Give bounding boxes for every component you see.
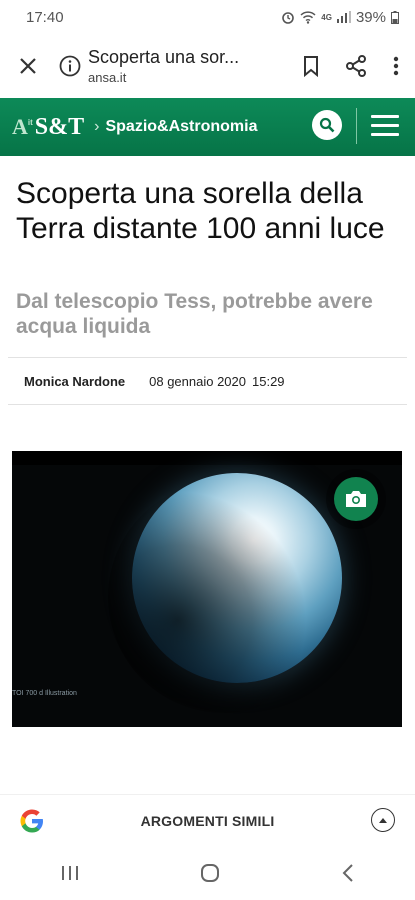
page-domain: ansa.it [88, 70, 127, 85]
section-link[interactable]: Spazio&Astronomia [105, 118, 257, 136]
back-icon[interactable] [341, 863, 355, 883]
related-topics-label: ARGOMENTI SIMILI [140, 812, 275, 829]
close-button[interactable] [0, 57, 56, 75]
search-icon [319, 117, 335, 133]
article-image[interactable]: TOI 700 d Illustration [12, 451, 402, 727]
chevron-right-icon: › [94, 118, 100, 135]
recent-apps-icon[interactable] [60, 864, 80, 882]
status-bar: 17:40 4G 39% [0, 0, 415, 34]
gallery-button[interactable] [334, 477, 378, 521]
image-letterbox [12, 451, 402, 465]
alarm-icon [282, 12, 295, 24]
url-bar[interactable]: Scoperta una sor... ansa.it [88, 47, 258, 85]
camera-icon [346, 491, 366, 507]
logo-a: A [12, 114, 28, 139]
info-icon [59, 55, 81, 77]
publish-time: 15:29 [252, 373, 285, 389]
header-divider [356, 108, 357, 144]
planet-shadow [108, 481, 340, 713]
home-icon[interactable] [200, 863, 220, 883]
site-header: A it S&T › Spazio&Astronomia [0, 98, 415, 156]
chevron-up-icon [379, 818, 387, 823]
logo-brand: S&T [34, 113, 85, 140]
signal-icon [336, 11, 351, 23]
site-logo[interactable]: A it S&T [12, 114, 84, 141]
article-headline: Scoperta una sorella della Terra distant… [16, 177, 385, 245]
battery-icon [391, 10, 399, 24]
status-icons: 4G 39% [281, 9, 399, 26]
browser-toolbar: Scoperta una sor... ansa.it [0, 34, 415, 98]
article-byline: Monica Nardone 08 gennaio 2020 15:29 [8, 357, 407, 405]
more-vert-icon[interactable] [393, 55, 399, 77]
system-nav-bar [0, 846, 415, 900]
wifi-icon [300, 10, 316, 24]
bookmark-icon[interactable] [303, 55, 319, 77]
browser-actions [303, 55, 415, 77]
expand-button[interactable] [371, 808, 395, 832]
share-icon[interactable] [345, 55, 367, 77]
article-subheadline: Dal telescopio Tess, potrebbe avere acqu… [16, 290, 373, 338]
image-caption: TOI 700 d Illustration [12, 690, 77, 697]
logo-sub: it [27, 117, 33, 127]
site-info-button[interactable] [56, 55, 84, 77]
battery-percent: 39% [355, 8, 386, 26]
network-type: 4G [321, 12, 332, 22]
related-topics-bar[interactable]: ARGOMENTI SIMILI [0, 794, 415, 846]
status-time: 17:40 [26, 8, 64, 26]
page-title: Scoperta una sor... [88, 47, 240, 67]
hamburger-menu-icon[interactable] [371, 115, 399, 142]
search-button[interactable] [312, 110, 342, 140]
publish-date: 08 gennaio 2020 [149, 373, 246, 389]
close-icon [20, 58, 36, 74]
author-name: Monica Nardone [24, 373, 126, 389]
